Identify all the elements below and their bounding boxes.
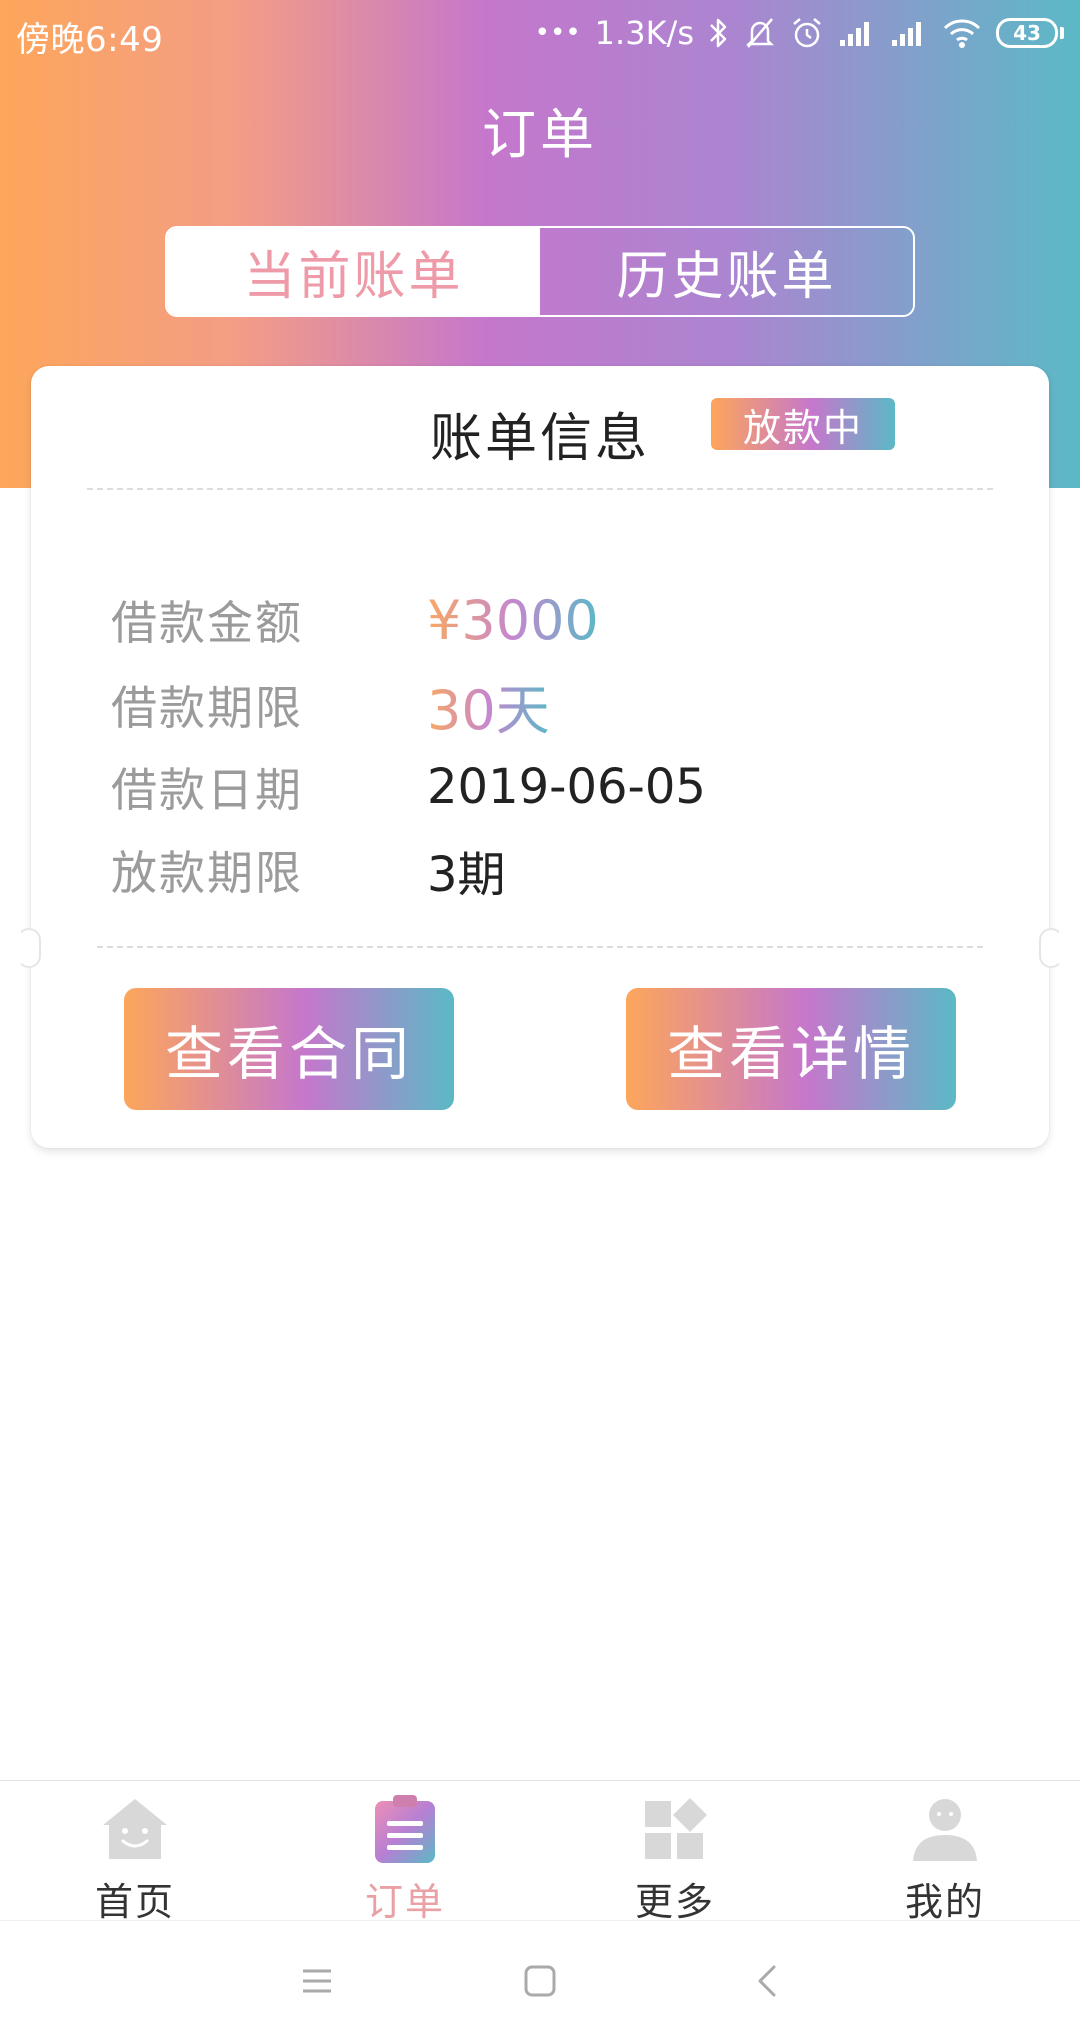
more-icon	[645, 1798, 707, 1859]
divider-top	[87, 488, 993, 490]
divider-bottom	[97, 946, 983, 948]
info-row-term: 借款期限 30天	[111, 675, 550, 742]
installments: 3期	[427, 847, 506, 903]
nav-item-more[interactable]: 更多	[540, 1781, 810, 1924]
ticket-notch-left	[17, 928, 41, 968]
network-speed: 1.3K/s	[594, 14, 694, 52]
info-label: 借款期限	[111, 681, 303, 735]
view-contract-button[interactable]: 查看合同	[124, 988, 454, 1110]
order-icon	[375, 1795, 435, 1863]
tab-history-bill[interactable]: 历史账单	[540, 228, 913, 315]
tab-current-bill[interactable]: 当前账单	[167, 228, 540, 315]
status-icons: ••• 1.3K/s 43	[535, 10, 1064, 56]
nav-item-orders[interactable]: 订单	[270, 1781, 540, 1924]
nav-label-home: 首页	[94, 1880, 175, 1924]
ticket-notch-right	[1039, 928, 1063, 968]
status-badge: 放款中	[711, 398, 895, 450]
signal-icon-1	[840, 22, 869, 46]
system-nav-bar	[0, 1920, 1080, 2040]
info-row-date: 借款日期 2019-06-05	[111, 757, 706, 817]
signal-icon-2	[892, 22, 921, 46]
bill-tabs: 当前账单 历史账单	[165, 226, 915, 317]
status-time: 傍晚6:49	[16, 20, 164, 60]
nav-label-more: 更多	[634, 1880, 715, 1924]
bottom-nav: 首页 订单 更多 我的	[0, 1780, 1080, 1924]
battery-icon: 43	[996, 18, 1064, 48]
card-title: 账单信息	[429, 409, 650, 469]
alarm-icon	[793, 18, 821, 48]
wifi-icon	[943, 19, 981, 48]
info-label: 借款金额	[111, 596, 303, 650]
info-label: 放款期限	[111, 846, 303, 900]
nav-item-profile[interactable]: 我的	[810, 1781, 1080, 1924]
home-button-icon[interactable]	[520, 1961, 560, 2001]
home-icon	[103, 1799, 167, 1859]
profile-icon	[913, 1799, 977, 1861]
info-row-installments: 放款期限 3期	[111, 840, 506, 903]
page-title: 订单	[482, 103, 598, 166]
loan-amount: ¥3000	[427, 588, 599, 652]
nav-item-home[interactable]: 首页	[0, 1781, 270, 1924]
menu-icon[interactable]	[297, 1961, 337, 2001]
bluetooth-icon	[710, 18, 727, 48]
loan-date: 2019-06-05	[427, 759, 706, 815]
bill-card: 账单信息 放款中 借款金额 ¥3000 借款期限 30天 借款日期 2019-0…	[17, 366, 1063, 1148]
back-icon[interactable]	[748, 1961, 788, 2001]
status-bar: 傍晚6:49 ••• 1.3K/s 43	[0, 0, 1080, 68]
loan-term: 30天	[427, 666, 550, 745]
info-label: 借款日期	[111, 763, 303, 817]
notification-dots: •••	[534, 18, 581, 48]
view-details-button[interactable]: 查看详情	[626, 988, 956, 1110]
nav-label-orders: 订单	[364, 1880, 445, 1924]
info-row-amount: 借款金额 ¥3000	[111, 588, 599, 652]
battery-level: 43	[996, 18, 1058, 48]
mute-bell-icon	[745, 18, 775, 48]
nav-label-profile: 我的	[904, 1880, 985, 1924]
